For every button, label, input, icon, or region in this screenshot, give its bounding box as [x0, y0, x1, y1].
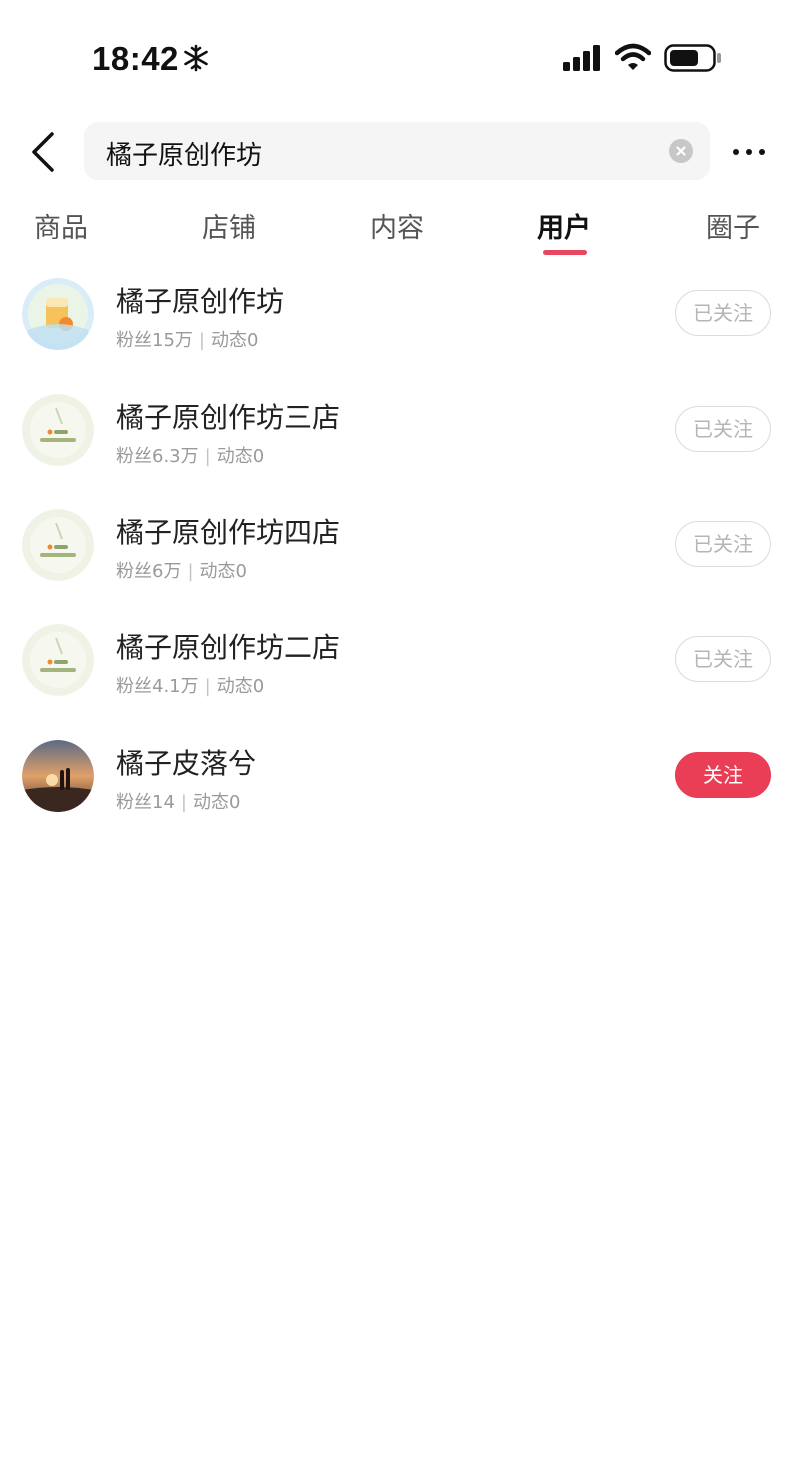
user-stats: 粉丝14 | 动态0	[116, 788, 240, 814]
list-item[interactable]: 橘子原创作坊三店 粉丝6.3万 | 动态0 已关注	[0, 394, 794, 494]
stats-divider: |	[198, 330, 205, 351]
active-tab-indicator	[543, 250, 587, 255]
tab-content[interactable]: 内容	[347, 206, 447, 245]
fans-count: 粉丝14	[116, 792, 175, 813]
avatar-image	[22, 624, 94, 696]
avatar[interactable]	[22, 740, 94, 812]
clear-circle-icon	[676, 146, 686, 156]
user-stats: 粉丝6万 | 动态0	[116, 557, 247, 583]
cellular-signal-icon	[563, 45, 600, 71]
fans-count: 粉丝15万	[116, 330, 193, 351]
posts-count: 动态0	[216, 676, 265, 697]
avatar-image	[22, 278, 94, 350]
followed-button[interactable]: 已关注	[675, 636, 771, 682]
more-options-button[interactable]	[729, 140, 769, 164]
battery-icon	[664, 44, 721, 72]
list-item[interactable]: 橘子原创作坊四店 粉丝6万 | 动态0 已关注	[0, 509, 794, 609]
fans-count: 粉丝6万	[116, 561, 182, 582]
follow-button[interactable]: 关注	[675, 752, 771, 798]
followed-button[interactable]: 已关注	[675, 521, 771, 567]
stats-divider: |	[204, 446, 211, 467]
list-item[interactable]: 橘子原创作坊二店 粉丝4.1万 | 动态0 已关注	[0, 624, 794, 724]
user-stats: 粉丝6.3万 | 动态0	[116, 442, 264, 468]
search-input[interactable]: 橘子原创作坊	[84, 122, 710, 180]
user-name: 橘子原创作坊	[116, 285, 285, 318]
user-name: 橘子原创作坊三店	[116, 401, 341, 434]
avatar-image	[22, 509, 94, 581]
snowflake-icon	[184, 44, 208, 72]
stats-divider: |	[187, 561, 194, 582]
tab-circles[interactable]: 圈子	[683, 206, 783, 245]
posts-count: 动态0	[210, 330, 259, 351]
chevron-left-icon	[32, 132, 54, 172]
avatar-image	[22, 740, 94, 812]
stats-divider: |	[180, 792, 187, 813]
avatar[interactable]	[22, 509, 94, 581]
fans-count: 粉丝4.1万	[116, 676, 199, 697]
more-dots-icon	[733, 149, 765, 155]
fans-count: 粉丝6.3万	[116, 446, 199, 467]
avatar[interactable]	[22, 394, 94, 466]
posts-count: 动态0	[199, 561, 247, 582]
user-stats: 粉丝4.1万 | 动态0	[116, 672, 264, 698]
posts-count: 动态0	[216, 446, 265, 467]
back-button[interactable]	[24, 128, 64, 176]
posts-count: 动态0	[192, 792, 241, 813]
tab-users[interactable]: 用户	[514, 206, 614, 245]
tab-shops[interactable]: 店铺	[179, 206, 279, 245]
tab-products[interactable]: 商品	[11, 206, 111, 245]
user-stats: 粉丝15万 | 动态0	[116, 326, 258, 352]
avatar[interactable]	[22, 624, 94, 696]
stats-divider: |	[204, 676, 211, 697]
followed-button[interactable]: 已关注	[675, 406, 771, 452]
wifi-icon	[615, 43, 651, 70]
user-name: 橘子原创作坊四店	[116, 516, 341, 549]
clear-search-button[interactable]	[669, 139, 693, 163]
followed-button[interactable]: 已关注	[675, 290, 771, 336]
list-item[interactable]: 橘子原创作坊 粉丝15万 | 动态0 已关注	[0, 278, 794, 378]
avatar-image	[22, 394, 94, 466]
search-query-text[interactable]: 橘子原创作坊	[106, 135, 262, 172]
user-name: 橘子原创作坊二店	[116, 631, 341, 664]
list-item[interactable]: 橘子皮落兮 粉丝14 | 动态0 关注	[0, 740, 794, 840]
status-time: 18:42	[92, 40, 179, 77]
avatar[interactable]	[22, 278, 94, 350]
user-name: 橘子皮落兮	[116, 747, 257, 780]
